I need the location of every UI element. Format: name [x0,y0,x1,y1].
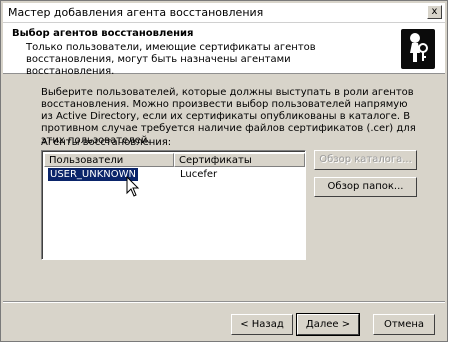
mouse-pointer-icon [126,175,140,198]
list-item-certificate[interactable]: Lucefer [180,168,217,181]
page-title: Выбор агентов восстановления [12,28,194,39]
browse-folders-button[interactable]: Обзор папок... [314,177,417,197]
list-item-user[interactable]: USER_UNKNOWN [46,167,140,182]
footer-separator [3,301,445,303]
page-subtitle: Только пользователи, имеющие сертификаты… [26,42,316,77]
column-header-users[interactable]: Пользователи [44,153,174,167]
cancel-button[interactable]: Отмена [373,314,435,335]
title-bar[interactable]: Мастер добавления агента восстановления … [3,3,445,23]
recovery-agents-list[interactable]: Пользователи Сертификаты USER_UNKNOWN Lu… [41,150,306,260]
recovery-agents-label: Агенты восстановления: [41,137,172,148]
back-button[interactable]: < Назад [231,314,293,335]
close-button[interactable]: x [427,5,442,19]
wizard-window: Мастер добавления агента восстановления … [0,0,448,342]
wizard-header: Выбор агентов восстановления Только поль… [3,23,445,77]
next-button[interactable]: Далее > [296,313,360,336]
column-header-certificates[interactable]: Сертификаты [174,153,305,167]
window-title: Мастер добавления агента восстановления [8,6,264,19]
list-item[interactable]: USER_UNKNOWN Lucefer [44,167,304,182]
agent-key-icon [401,29,435,69]
browse-directory-button[interactable]: Обзор каталога... [314,150,417,170]
